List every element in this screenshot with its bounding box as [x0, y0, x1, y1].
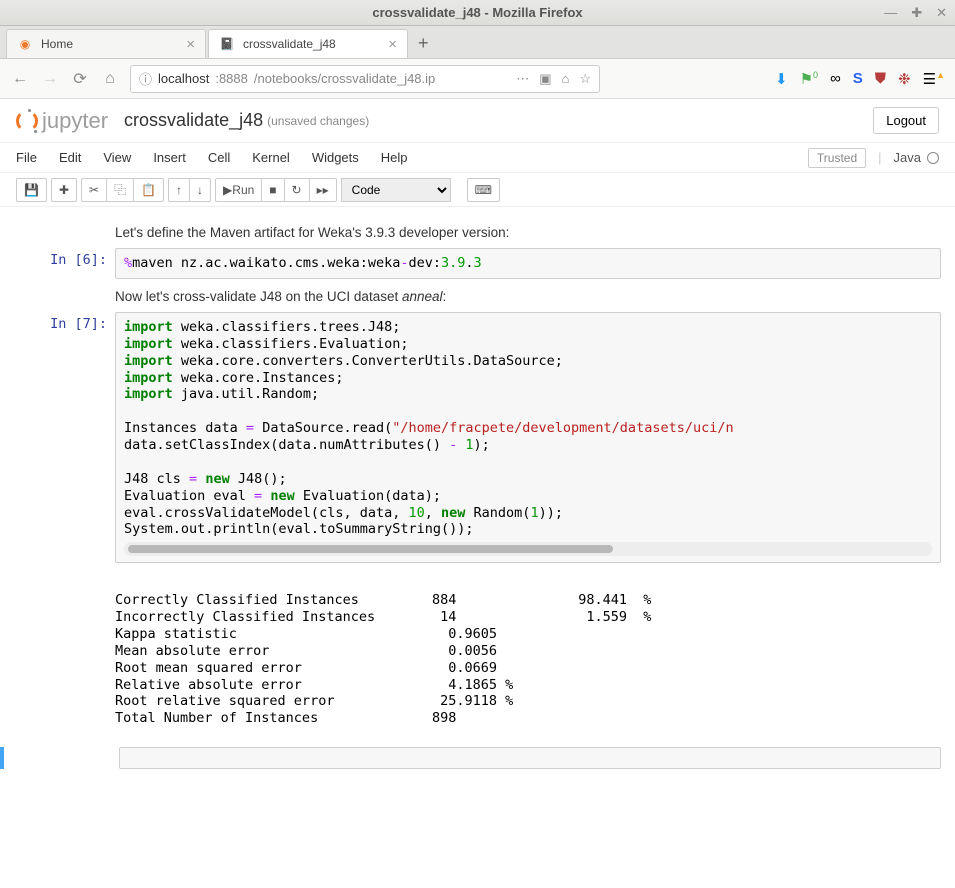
code-input[interactable] [119, 747, 941, 769]
kernel-status-icon [927, 152, 939, 164]
input-prompt: In [6]: [0, 248, 115, 279]
download-icon[interactable]: ⬇ [775, 70, 788, 88]
jupyter-logo[interactable]: jupyter [16, 108, 108, 134]
restart-button[interactable]: ↻ [284, 178, 310, 202]
menu-cell[interactable]: Cell [208, 150, 230, 165]
move-down-button[interactable]: ↓ [189, 178, 211, 202]
ext-badge-icon[interactable]: ⚑0 [800, 70, 818, 88]
markdown-cell[interactable]: Now let's cross-validate J48 on the UCI … [0, 287, 955, 304]
output-text: Correctly Classified Instances 884 98.44… [115, 571, 941, 727]
more-icon[interactable]: ⋯ [516, 71, 529, 87]
notebook-name[interactable]: crossvalidate_j48 [124, 110, 263, 131]
home-icon: ◉ [17, 36, 33, 52]
menu-help[interactable]: Help [381, 150, 408, 165]
reload-icon[interactable]: ⟳ [70, 69, 90, 89]
kernel-indicator[interactable]: Java [894, 150, 939, 165]
notebook-body: Let's define the Maven artifact for Weka… [0, 207, 955, 877]
copy-button[interactable]: ⿻ [106, 178, 134, 202]
paste-button[interactable]: 📋 [133, 178, 164, 202]
command-palette-button[interactable]: ⌨ [467, 178, 500, 202]
window-title: crossvalidate_j48 - Mozilla Firefox [372, 5, 582, 20]
brand-text: jupyter [42, 108, 108, 134]
menu-icon[interactable]: ☰▲ [923, 70, 945, 88]
code-cell-7[interactable]: In [7]: import weka.classifiers.trees.J4… [0, 312, 955, 563]
trusted-button[interactable]: Trusted [808, 148, 866, 168]
markdown-text: Let's define the Maven artifact for Weka… [115, 223, 941, 240]
menu-insert[interactable]: Insert [153, 150, 186, 165]
url-host: localhost [158, 71, 209, 86]
reader-icon[interactable]: ▣ [539, 71, 551, 87]
url-path: /notebooks/crossvalidate_j48.ip [254, 71, 435, 86]
ext-ublock-icon[interactable]: ⛊ [875, 70, 886, 87]
code-input[interactable]: import weka.classifiers.trees.J48; impor… [115, 312, 941, 563]
bookmark-icon[interactable]: ☆ [579, 71, 591, 87]
new-tab-button[interactable]: + [410, 29, 437, 58]
maximize-icon[interactable]: ✚ [911, 5, 922, 21]
cell-type-select[interactable]: Code [341, 178, 451, 202]
ext-infinity-icon[interactable]: ∞ [830, 70, 841, 87]
page-content: jupyter crossvalidate_j48 (unsaved chang… [0, 99, 955, 888]
toolbar: 💾 ✚ ✂ ⿻ 📋 ↑ ↓ ▶ Run ■ ↻ ▸▸ Code ⌨ [0, 173, 955, 207]
tab-close-icon[interactable]: × [388, 36, 397, 53]
input-prompt: In [7]: [0, 312, 115, 563]
horizontal-scrollbar[interactable] [124, 542, 932, 556]
menu-view[interactable]: View [103, 150, 131, 165]
cut-button[interactable]: ✂ [81, 178, 107, 202]
info-icon[interactable]: ⓘ [139, 69, 152, 88]
stop-button[interactable]: ■ [261, 178, 284, 202]
markdown-text: Now let's cross-validate J48 on the UCI … [115, 287, 941, 304]
forward-icon[interactable]: → [40, 70, 60, 88]
notebook-icon: 📓 [219, 36, 235, 52]
restart-run-button[interactable]: ▸▸ [309, 178, 337, 202]
menu-edit[interactable]: Edit [59, 150, 81, 165]
url-port: :8888 [215, 71, 248, 86]
notebook-header: jupyter crossvalidate_j48 (unsaved chang… [0, 99, 955, 143]
ext-bug-icon[interactable]: ❉ [898, 70, 911, 88]
tab-close-icon[interactable]: × [186, 36, 195, 53]
minimize-icon[interactable]: — [884, 5, 897, 21]
markdown-cell[interactable]: Let's define the Maven artifact for Weka… [0, 223, 955, 240]
url-input[interactable]: ⓘ localhost :8888/notebooks/crossvalidate… [130, 65, 600, 93]
menu-widgets[interactable]: Widgets [312, 150, 359, 165]
window-titlebar: crossvalidate_j48 - Mozilla Firefox — ✚ … [0, 0, 955, 26]
urlbar-row: ← → ⟳ ⌂ ⓘ localhost :8888/notebooks/cross… [0, 59, 955, 99]
code-cell-6[interactable]: In [6]: %maven nz.ac.waikato.cms.weka:we… [0, 248, 955, 279]
close-icon[interactable]: ✕ [936, 5, 947, 21]
tab-label: Home [41, 37, 73, 51]
logo-icon [16, 110, 38, 132]
move-up-button[interactable]: ↑ [168, 178, 190, 202]
browser-tab-home[interactable]: ◉ Home × [6, 29, 206, 58]
menubar: File Edit View Insert Cell Kernel Widget… [0, 143, 955, 173]
ext-stylish-icon[interactable]: S [853, 70, 863, 87]
back-icon[interactable]: ← [10, 70, 30, 88]
logout-button[interactable]: Logout [873, 107, 939, 134]
home-icon2[interactable]: ⌂ [561, 71, 569, 87]
save-button[interactable]: 💾 [16, 178, 47, 202]
menu-kernel[interactable]: Kernel [252, 150, 290, 165]
add-cell-button[interactable]: ✚ [51, 178, 77, 202]
home-nav-icon[interactable]: ⌂ [100, 70, 120, 88]
browser-tab-notebook[interactable]: 📓 crossvalidate_j48 × [208, 29, 408, 58]
code-input[interactable]: %maven nz.ac.waikato.cms.weka:weka-dev:3… [115, 248, 941, 279]
output-cell-7: Correctly Classified Instances 884 98.44… [0, 571, 955, 727]
menu-file[interactable]: File [16, 150, 37, 165]
tab-label: crossvalidate_j48 [243, 37, 336, 51]
run-button[interactable]: ▶ Run [215, 178, 262, 202]
browser-tabstrip: ◉ Home × 📓 crossvalidate_j48 × + [0, 26, 955, 59]
save-status: (unsaved changes) [267, 114, 369, 128]
code-cell-next[interactable] [0, 747, 955, 769]
